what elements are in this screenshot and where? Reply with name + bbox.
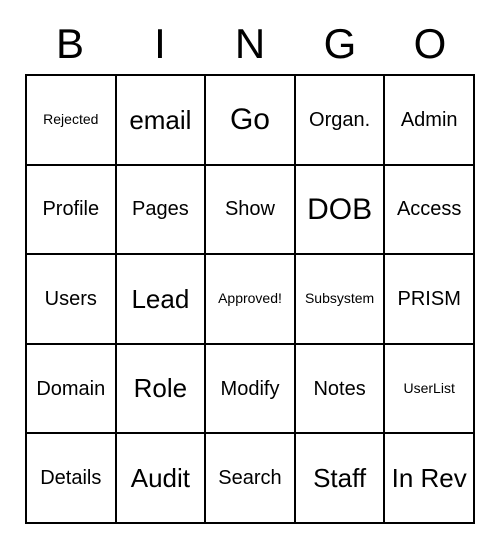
bingo-grid: RejectedemailGoOrgan.Admin ProfilePagesSh… <box>25 74 475 524</box>
bingo-cell[interactable]: Lead <box>116 254 206 344</box>
header-n: N <box>205 20 295 68</box>
bingo-cell[interactable]: Notes <box>295 344 385 434</box>
bingo-header-row: B I N G O <box>25 20 475 68</box>
bingo-cell[interactable]: DOB <box>295 165 385 255</box>
bingo-cell[interactable]: Access <box>384 165 474 255</box>
bingo-cell[interactable]: Show <box>205 165 295 255</box>
bingo-cell[interactable]: Organ. <box>295 75 385 165</box>
bingo-cell[interactable]: Search <box>205 433 295 523</box>
bingo-card: B I N G O RejectedemailGoOrgan.Admin Prof… <box>25 20 475 524</box>
bingo-cell[interactable]: PRISM <box>384 254 474 344</box>
header-i: I <box>115 20 205 68</box>
bingo-cell[interactable]: Pages <box>116 165 206 255</box>
header-b: B <box>25 20 115 68</box>
bingo-cell[interactable]: Modify <box>205 344 295 434</box>
header-g: G <box>295 20 385 68</box>
bingo-cell[interactable]: Audit <box>116 433 206 523</box>
bingo-cell[interactable]: In Rev <box>384 433 474 523</box>
bingo-cell[interactable]: Staff <box>295 433 385 523</box>
bingo-cell[interactable]: Admin <box>384 75 474 165</box>
bingo-cell[interactable]: Rejected <box>26 75 116 165</box>
header-o: O <box>385 20 475 68</box>
bingo-cell[interactable]: Details <box>26 433 116 523</box>
bingo-cell[interactable]: Go <box>205 75 295 165</box>
bingo-cell[interactable]: Approved! <box>205 254 295 344</box>
bingo-cell[interactable]: Profile <box>26 165 116 255</box>
bingo-cell[interactable]: Subsystem <box>295 254 385 344</box>
bingo-cell[interactable]: UserList <box>384 344 474 434</box>
bingo-cell[interactable]: Role <box>116 344 206 434</box>
bingo-cell[interactable]: Domain <box>26 344 116 434</box>
bingo-cell[interactable]: email <box>116 75 206 165</box>
bingo-cell[interactable]: Users <box>26 254 116 344</box>
